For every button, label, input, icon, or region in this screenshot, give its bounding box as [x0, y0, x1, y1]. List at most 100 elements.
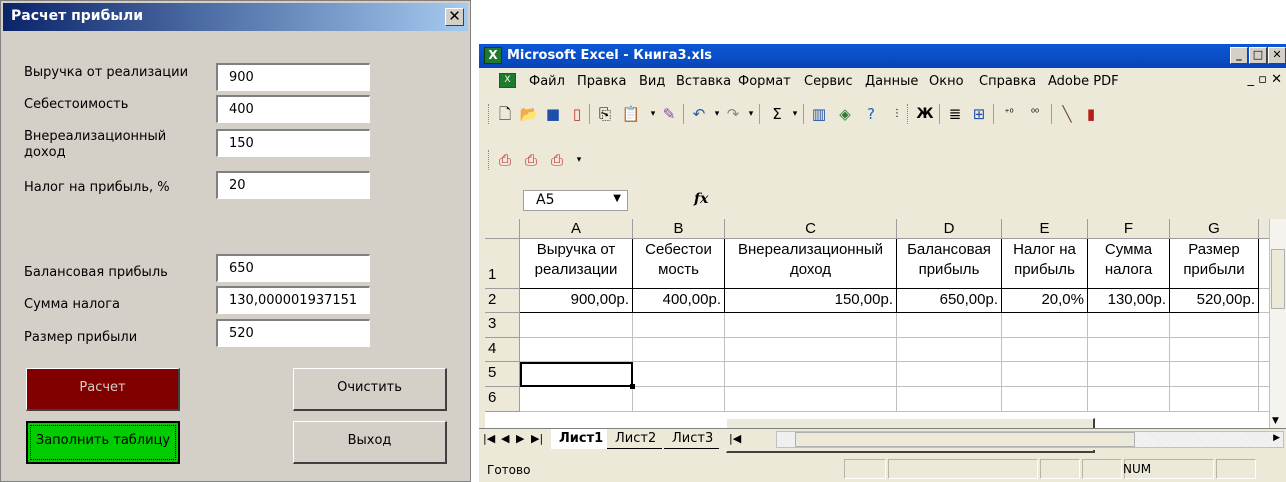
redo-icon[interactable]: ↷: [723, 104, 743, 124]
new-icon[interactable]: 🗋: [495, 104, 515, 124]
cell-c1[interactable]: Внереализационный доход: [725, 239, 897, 289]
cell-f1[interactable]: Сумма налога: [1088, 239, 1170, 289]
fill-handle[interactable]: [630, 384, 635, 389]
close-icon[interactable]: ✕: [445, 8, 464, 26]
cell-c3[interactable]: [725, 313, 897, 338]
menu-format[interactable]: Формат: [738, 74, 791, 89]
row-header-2[interactable]: 2: [485, 289, 520, 313]
cell-a1[interactable]: Выручка от реализации: [520, 239, 633, 289]
close-icon[interactable]: ✕: [1268, 47, 1286, 64]
cell-e4[interactable]: [1002, 338, 1088, 362]
cell-d4[interactable]: [897, 338, 1002, 362]
sheet-tab-2[interactable]: Лист2: [607, 429, 663, 449]
cell-g4[interactable]: [1170, 338, 1259, 362]
row-header-3[interactable]: 3: [485, 313, 520, 338]
col-header-a[interactable]: A: [520, 219, 633, 239]
cell-c2[interactable]: 150,00р.: [725, 289, 897, 313]
cell-b3[interactable]: [633, 313, 725, 338]
col-header-c[interactable]: C: [725, 219, 897, 239]
cell-c6[interactable]: [725, 387, 897, 412]
cell-g6[interactable]: [1170, 387, 1259, 412]
cell-c4[interactable]: [725, 338, 897, 362]
exit-button[interactable]: Выход: [293, 421, 447, 464]
scroll-right-icon[interactable]: ▶: [1273, 433, 1280, 443]
col-header-d[interactable]: D: [897, 219, 1002, 239]
last-sheet-icon[interactable]: ▶|: [531, 432, 543, 445]
cell-a2[interactable]: 900,00р.: [520, 289, 633, 313]
col-header-b[interactable]: B: [633, 219, 725, 239]
row-header-6[interactable]: 6: [485, 387, 520, 412]
chart-icon[interactable]: ▥: [809, 104, 829, 124]
pdf-review-icon[interactable]: ⎙: [547, 150, 567, 170]
cell-b5[interactable]: [633, 362, 725, 387]
cell-g2[interactable]: 520,00р.: [1170, 289, 1259, 313]
cell-b6[interactable]: [633, 387, 725, 412]
menu-insert[interactable]: Вставка: [676, 74, 731, 89]
menu-view[interactable]: Вид: [639, 74, 665, 89]
format-painter-icon[interactable]: ✎: [659, 104, 679, 124]
help-icon[interactable]: ?: [861, 104, 881, 124]
menu-tools[interactable]: Сервис: [804, 74, 853, 89]
open-icon[interactable]: 📂: [519, 104, 539, 124]
toolbar-grip[interactable]: [488, 104, 491, 124]
cell-g3[interactable]: [1170, 313, 1259, 338]
cell-e6[interactable]: [1002, 387, 1088, 412]
cell-g5[interactable]: [1170, 362, 1259, 387]
pen-icon[interactable]: ╲: [1057, 104, 1077, 124]
toolbar-grip[interactable]: [907, 104, 910, 124]
marker-icon[interactable]: ▮: [1081, 104, 1101, 124]
col-header-f[interactable]: F: [1088, 219, 1170, 239]
paste-icon[interactable]: 📋: [621, 104, 641, 124]
first-sheet-icon[interactable]: |◀: [483, 432, 495, 445]
decrease-decimal-icon[interactable]: ⁰⁰: [1025, 104, 1045, 124]
calculate-button[interactable]: Расчет: [26, 368, 180, 411]
toolbar-options-icon[interactable]: ⋮: [887, 104, 907, 124]
redo-dropdown-icon[interactable]: ▾: [741, 104, 761, 124]
cell-a5-selected[interactable]: [520, 362, 633, 387]
menu-window[interactable]: Окно: [929, 74, 964, 89]
tab-split-icon[interactable]: |◀: [729, 432, 741, 445]
permission-icon[interactable]: ▯: [567, 104, 587, 124]
cell-b4[interactable]: [633, 338, 725, 362]
cell-f3[interactable]: [1088, 313, 1170, 338]
cell-d3[interactable]: [897, 313, 1002, 338]
scroll-thumb[interactable]: [1271, 249, 1285, 309]
cell-a3[interactable]: [520, 313, 633, 338]
minimize-icon[interactable]: _: [1230, 47, 1248, 64]
revenue-input[interactable]: 900: [216, 63, 370, 91]
other-income-input[interactable]: 150: [216, 129, 370, 157]
bold-icon[interactable]: Ж: [915, 104, 935, 124]
menu-edit[interactable]: Правка: [577, 74, 626, 89]
fill-table-button[interactable]: Заполнить таблицу: [26, 421, 180, 464]
save-icon[interactable]: ■: [543, 104, 563, 124]
cost-input[interactable]: 400: [216, 95, 370, 123]
name-box[interactable]: A5 ▼: [523, 190, 628, 211]
sheet-tab-3[interactable]: Лист3: [664, 429, 720, 449]
align-icon[interactable]: ≣: [945, 104, 965, 124]
row-header-1[interactable]: 1: [485, 239, 520, 289]
prev-sheet-icon[interactable]: ◀: [501, 432, 509, 445]
cell-d5[interactable]: [897, 362, 1002, 387]
pdf-convert-icon[interactable]: ⎙: [495, 150, 515, 170]
doc-window-controls[interactable]: _ ▫ ✕: [1248, 72, 1282, 87]
select-all-corner[interactable]: [485, 219, 520, 239]
increase-decimal-icon[interactable]: ⁺⁰: [999, 104, 1019, 124]
copy-icon[interactable]: ⎘: [595, 104, 615, 124]
cell-f5[interactable]: [1088, 362, 1170, 387]
cell-e3[interactable]: [1002, 313, 1088, 338]
cell-b1[interactable]: Себестои мость: [633, 239, 725, 289]
menu-adobe-pdf[interactable]: Adobe PDF: [1048, 74, 1119, 89]
cell-b2[interactable]: 400,00р.: [633, 289, 725, 313]
row-header-4[interactable]: 4: [485, 338, 520, 362]
cell-f6[interactable]: [1088, 387, 1170, 412]
cell-d1[interactable]: Балансовая прибыль: [897, 239, 1002, 289]
undo-icon[interactable]: ↶: [689, 104, 709, 124]
balance-profit-input[interactable]: 650: [216, 254, 370, 282]
menu-data[interactable]: Данные: [865, 74, 918, 89]
pdf-email-icon[interactable]: ⎙: [521, 150, 541, 170]
tax-amount-input[interactable]: 130,000001937151: [216, 286, 370, 314]
vertical-scrollbar[interactable]: ▼: [1269, 219, 1286, 428]
cell-a4[interactable]: [520, 338, 633, 362]
col-header-e[interactable]: E: [1002, 219, 1088, 239]
cell-f4[interactable]: [1088, 338, 1170, 362]
